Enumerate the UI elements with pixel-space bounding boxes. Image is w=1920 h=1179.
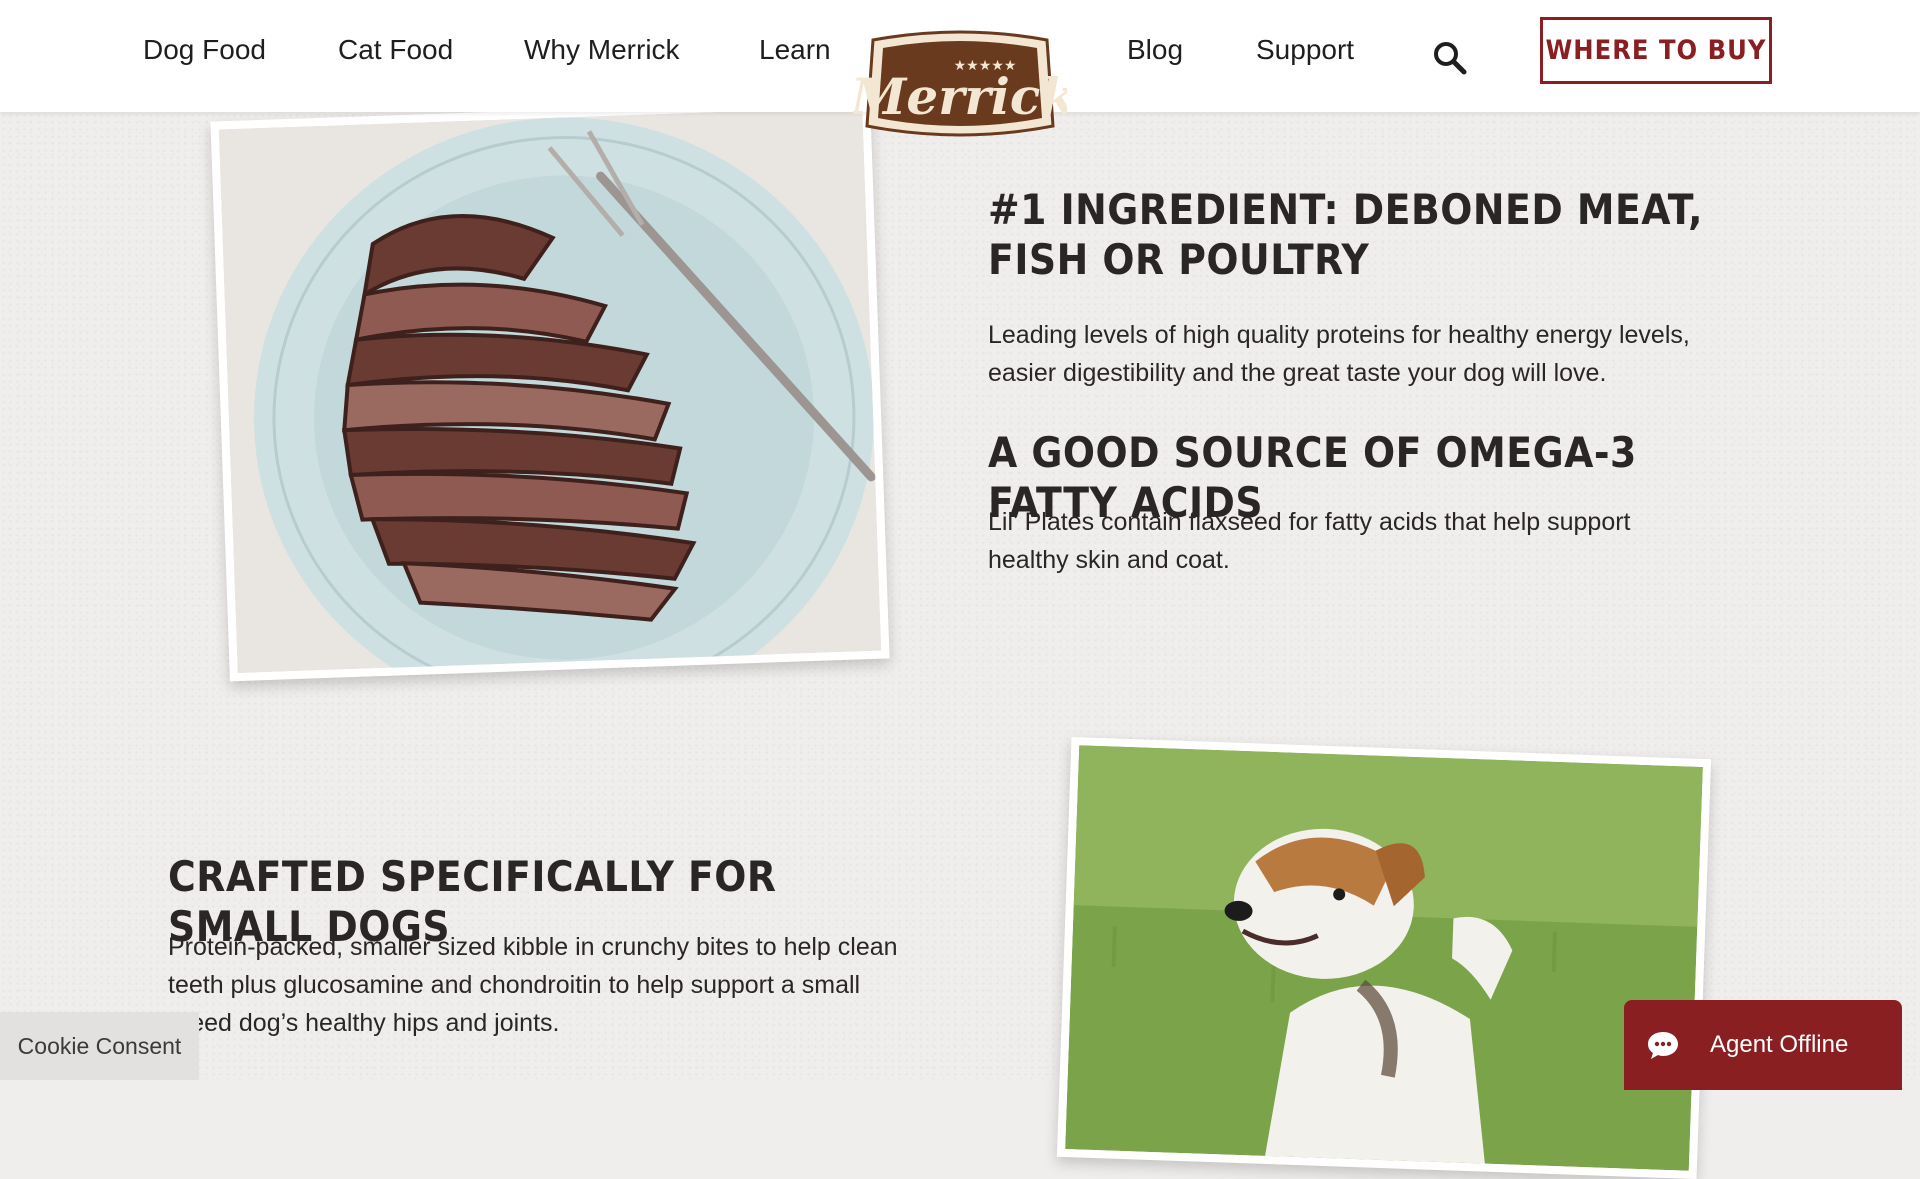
nav-support[interactable]: Support <box>1256 34 1354 66</box>
nav-why-merrick[interactable]: Why Merrick <box>524 34 680 66</box>
logo-wordmark: Merrick <box>853 67 1067 126</box>
crafted-description: Protein-packed, smaller sized kibble in … <box>168 933 898 1037</box>
nav-dog-food[interactable]: Dog Food <box>143 34 266 66</box>
chat-bubble-icon <box>1646 1030 1680 1060</box>
ingredient-description: Leading levels of high quality proteins … <box>988 321 1690 387</box>
nav-cat-food[interactable]: Cat Food <box>338 34 453 66</box>
nav-blog[interactable]: Blog <box>1127 34 1183 66</box>
where-to-buy-button[interactable]: WHERE TO BUY <box>1540 17 1772 84</box>
agent-status-label: Agent Offline <box>1710 1031 1849 1058</box>
search-icon[interactable] <box>1430 38 1470 78</box>
merrick-logo[interactable]: ★★★★★ Merrick <box>849 22 1075 152</box>
omega-description: Lil’ Plates contain flaxseed for fatty a… <box>988 508 1631 574</box>
steak-plate-photo <box>210 98 890 682</box>
nav-learn[interactable]: Learn <box>759 34 831 66</box>
live-chat-button[interactable]: Agent Offline <box>1624 1000 1902 1090</box>
small-dog-photo <box>1056 736 1712 1179</box>
ingredient-heading: #1 Ingredient: Deboned Meat, Fish or Pou… <box>988 185 1703 284</box>
cookie-consent-button[interactable]: Cookie Consent <box>0 1012 199 1080</box>
